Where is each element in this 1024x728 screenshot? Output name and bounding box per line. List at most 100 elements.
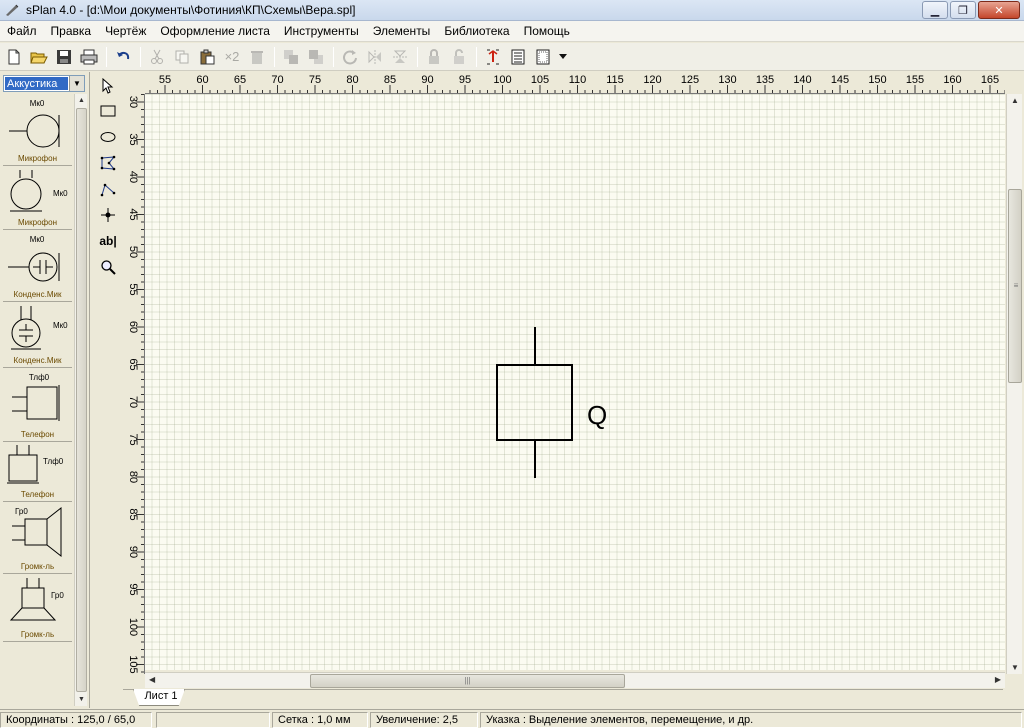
- ruler-label: 105: [531, 74, 549, 86]
- microphone-symbol-icon: Мк0: [10, 170, 68, 212]
- menu-sheet-design[interactable]: Оформление листа: [153, 24, 277, 38]
- text-tool[interactable]: ab|: [96, 229, 120, 253]
- component-caption: Громк-ль: [20, 630, 55, 639]
- ungroup-button[interactable]: [448, 46, 470, 68]
- close-icon: ✕: [994, 4, 1004, 17]
- copy-icon: [175, 50, 189, 63]
- sheet-options-dropdown[interactable]: [557, 46, 569, 68]
- drawing-canvas[interactable]: Q: [145, 94, 1005, 670]
- minimize-button[interactable]: ▁: [922, 1, 948, 19]
- menu-drawing[interactable]: Чертёж: [98, 24, 153, 38]
- duplicate-button[interactable]: ×2: [221, 46, 243, 68]
- printer-icon: [80, 49, 98, 64]
- menu-file[interactable]: Файл: [0, 24, 44, 38]
- connection-point-tool[interactable]: [96, 203, 120, 227]
- save-button[interactable]: [53, 46, 75, 68]
- group-button[interactable]: [423, 46, 445, 68]
- mirror-horizontal-button[interactable]: [364, 46, 386, 68]
- telephone-symbol-icon: Тлф0: [7, 445, 64, 484]
- mirror-vertical-button[interactable]: [389, 46, 411, 68]
- close-button[interactable]: ✕: [978, 1, 1020, 19]
- grip-icon: ≡: [1013, 281, 1019, 290]
- library-scrollbar[interactable]: ▲ ▼: [74, 94, 87, 706]
- menu-library[interactable]: Библиотека: [437, 24, 516, 38]
- minimize-icon: ▁: [930, 4, 940, 17]
- library-item-condenser-mic[interactable]: Мк0 Конденс.Мик: [3, 230, 72, 302]
- component-tag: Гр0: [51, 591, 64, 600]
- vertical-scrollbar[interactable]: ▲ ≡ ▼: [1006, 94, 1022, 674]
- grip-icon: |||: [464, 676, 471, 685]
- open-file-button[interactable]: [28, 46, 50, 68]
- numbering-button[interactable]: [482, 46, 504, 68]
- scroll-up-arrow-icon[interactable]: ▲: [1011, 96, 1019, 105]
- component-caption: Телефон: [20, 490, 55, 499]
- scroll-right-arrow-icon[interactable]: ▶: [995, 675, 1001, 684]
- ruler-label: 65: [234, 74, 246, 86]
- status-hint: Указка : Выделение элементов, перемещени…: [480, 712, 1022, 728]
- ruler-label: 55: [159, 74, 171, 86]
- ellipse-tool[interactable]: [96, 125, 120, 149]
- ruler-label: 35: [127, 133, 139, 145]
- condenser-mic-symbol-icon: Мк0: [8, 235, 60, 282]
- chevron-down-icon[interactable]: ▼: [69, 76, 84, 91]
- ruler-label: 95: [459, 74, 471, 86]
- send-to-back-button[interactable]: [305, 46, 327, 68]
- status-grid: Сетка : 1,0 мм: [272, 712, 368, 728]
- new-file-button[interactable]: [3, 46, 25, 68]
- scroll-left-arrow-icon[interactable]: ◀: [149, 675, 155, 684]
- print-button[interactable]: [78, 46, 100, 68]
- component-label[interactable]: Q: [587, 400, 607, 430]
- library-item-microphone[interactable]: Мк0 Микрофон: [3, 166, 72, 230]
- undo-button[interactable]: [112, 46, 134, 68]
- sheet-tab[interactable]: Лист 1: [133, 689, 185, 706]
- menu-elements[interactable]: Элементы: [366, 24, 438, 38]
- library-category-select[interactable]: Аккустика ▼: [3, 75, 85, 92]
- menu-tools[interactable]: Инструменты: [277, 24, 366, 38]
- scroll-down-arrow-icon[interactable]: ▼: [1011, 663, 1019, 672]
- toolbar-separator: [274, 46, 275, 67]
- library-scroll-thumb[interactable]: [76, 108, 87, 692]
- undo-icon: [117, 51, 130, 59]
- library-item-loudspeaker[interactable]: Гр0 Громк-ль: [3, 502, 72, 574]
- rectangle-icon: [100, 105, 116, 117]
- select-tool[interactable]: [96, 74, 120, 98]
- component-body[interactable]: [496, 364, 573, 441]
- loudspeaker-symbol-icon: Гр0: [12, 506, 62, 558]
- sheet-options-button[interactable]: [532, 46, 554, 68]
- line-tool[interactable]: [96, 177, 120, 201]
- paste-button[interactable]: [196, 46, 218, 68]
- rectangle-tool[interactable]: [96, 99, 120, 123]
- library-item-telephone[interactable]: Тлф0 Телефон: [3, 368, 72, 442]
- horizontal-scrollbar[interactable]: ◀ ||| ▶: [145, 672, 1005, 688]
- menu-help[interactable]: Помощь: [517, 24, 577, 38]
- library-item-loudspeaker[interactable]: Гр0 Громк-ль: [3, 574, 72, 642]
- drawing-tools: ab|: [94, 72, 122, 692]
- mirror-vertical-icon: [393, 50, 407, 63]
- ruler-label: 60: [196, 74, 208, 86]
- app-icon[interactable]: [4, 2, 20, 18]
- sheet-tab-bar: Лист 1: [123, 689, 1003, 707]
- ruler-label: 65: [127, 358, 139, 370]
- scroll-down-arrow-icon[interactable]: ▼: [75, 693, 88, 706]
- component-library-panel: Аккустика ▼ Мк0 Микрофон Мк0 Микрофон Мк…: [0, 72, 90, 708]
- menu-edit[interactable]: Правка: [44, 24, 99, 38]
- title-bar: sPlan 4.0 - [d:\Мои документы\Фотиния\КП…: [0, 0, 1024, 21]
- copy-button[interactable]: [171, 46, 193, 68]
- maximize-button[interactable]: ❐: [950, 1, 976, 19]
- library-item-condenser-mic[interactable]: Мк0 Конденс.Мик: [3, 302, 72, 368]
- bring-to-front-button[interactable]: [280, 46, 302, 68]
- scroll-up-arrow-icon[interactable]: ▲: [75, 94, 88, 107]
- vertical-scroll-thumb[interactable]: ≡: [1008, 189, 1022, 383]
- delete-button[interactable]: [246, 46, 268, 68]
- cut-button[interactable]: [146, 46, 168, 68]
- ruler-label: 100: [127, 618, 139, 636]
- parts-list-button[interactable]: [507, 46, 529, 68]
- horizontal-scroll-thumb[interactable]: |||: [310, 674, 625, 688]
- rotate-button[interactable]: [339, 46, 361, 68]
- library-item-microphone[interactable]: Мк0 Микрофон: [3, 94, 72, 166]
- library-item-telephone[interactable]: Тлф0 Телефон: [3, 442, 72, 502]
- toolbar-separator: [140, 46, 141, 67]
- component-tag: Мк0: [53, 321, 68, 330]
- polygon-tool[interactable]: [96, 151, 120, 175]
- zoom-tool[interactable]: [96, 255, 120, 279]
